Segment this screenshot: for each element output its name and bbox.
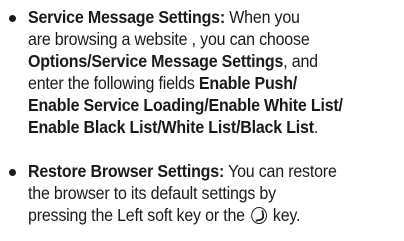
field-names: Enable Black List/White List/Black List bbox=[28, 117, 314, 137]
bullet-point bbox=[9, 15, 16, 22]
text-line: Enable Service Loading/Enable White List… bbox=[28, 94, 343, 116]
text-run: enter the following fields bbox=[28, 73, 199, 93]
text-run: . bbox=[313, 117, 319, 137]
menu-path: Options/Service Message Settings bbox=[28, 51, 284, 71]
text-run: are browsing a website , you can choose bbox=[28, 29, 310, 49]
text-run: , and bbox=[283, 51, 318, 71]
text-run: key. bbox=[268, 205, 301, 225]
text-line: the browser to its default settings by bbox=[28, 182, 276, 204]
text-line: are browsing a website , you can choose bbox=[28, 28, 310, 50]
field-names: Enable Service Loading/Enable White List… bbox=[28, 95, 343, 115]
text-line: enter the following fields Enable Push/ bbox=[28, 72, 297, 94]
end-key-icon bbox=[250, 207, 267, 224]
text-line: Restore Browser Settings: You can restor… bbox=[28, 160, 337, 182]
bullet-point bbox=[9, 169, 16, 176]
field-name: Enable Push/ bbox=[198, 73, 298, 93]
text-line: Options/Service Message Settings, and bbox=[28, 50, 318, 72]
text-run: the browser to its default settings by bbox=[28, 183, 276, 203]
document: Service Message Settings: When you are b… bbox=[0, 0, 404, 241]
text-run: You can restore bbox=[224, 161, 337, 181]
text-run: When you bbox=[225, 7, 300, 27]
text-line: pressing the Left soft key or the key. bbox=[28, 204, 301, 226]
text-run: pressing the Left soft key or the bbox=[28, 205, 250, 225]
text-line: Enable Black List/White List/Black List. bbox=[28, 116, 318, 138]
text-line: Service Message Settings: When you bbox=[28, 6, 300, 28]
term-restore-browser-settings: Restore Browser Settings: bbox=[28, 161, 225, 181]
term-service-message-settings: Service Message Settings: bbox=[28, 7, 226, 27]
